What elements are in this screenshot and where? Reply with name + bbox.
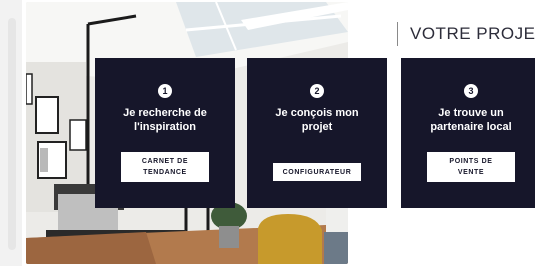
heading-divider bbox=[397, 22, 398, 46]
step-number-badge: 2 bbox=[310, 84, 324, 98]
step-number-badge: 1 bbox=[158, 84, 172, 98]
section-title: VOTRE PROJET bbox=[410, 24, 535, 43]
section-heading: VOTRE PROJET bbox=[397, 20, 535, 48]
step-title: Je conçois mon projet bbox=[275, 107, 359, 133]
left-edge-strip bbox=[0, 0, 22, 266]
step-card-design: 2 Je conçois mon projet CONFIGURATEUR bbox=[247, 58, 387, 208]
configurateur-button[interactable]: CONFIGURATEUR bbox=[273, 163, 361, 181]
points-de-vente-button[interactable]: POINTS DE VENTE bbox=[427, 152, 515, 182]
carnet-de-tendance-button[interactable]: CARNET DE TENDANCE bbox=[121, 152, 209, 182]
step-card-partner: 3 Je trouve un partenaire local POINTS D… bbox=[401, 58, 535, 208]
step-title: Je trouve un partenaire local bbox=[430, 107, 512, 133]
scroll-rail bbox=[8, 18, 16, 250]
step-title: Je recherche de l'inspiration bbox=[123, 107, 207, 133]
step-card-inspiration: 1 Je recherche de l'inspiration CARNET D… bbox=[95, 58, 235, 208]
step-number-badge: 3 bbox=[464, 84, 478, 98]
